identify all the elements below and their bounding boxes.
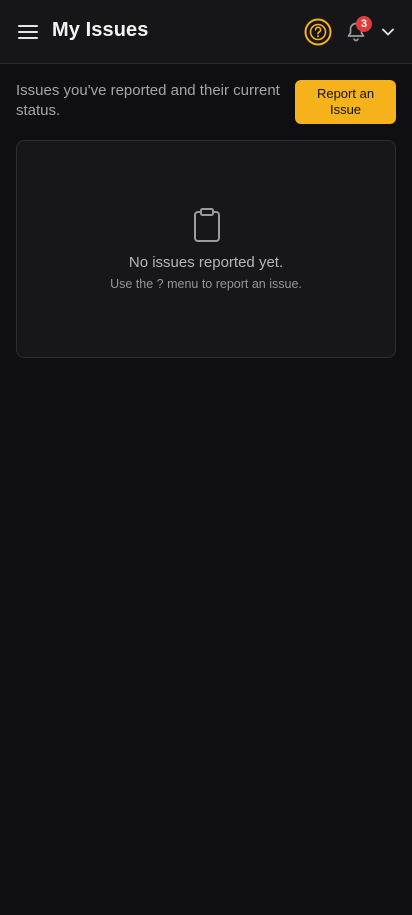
report-issue-button[interactable]: Report an Issue bbox=[295, 80, 396, 124]
notification-count-badge: 3 bbox=[356, 16, 372, 32]
empty-state-card: No issues reported yet. Use the ? menu t… bbox=[16, 140, 396, 358]
page-title: My Issues bbox=[52, 19, 149, 41]
help-circle-icon[interactable] bbox=[304, 18, 332, 46]
chevron-down-icon[interactable] bbox=[378, 22, 398, 42]
empty-state-hint: Use the ? menu to report an issue. bbox=[110, 277, 302, 291]
top-app-bar: My Issues 3 bbox=[0, 0, 412, 64]
clipboard-icon bbox=[191, 207, 223, 243]
hamburger-menu-icon[interactable] bbox=[16, 20, 40, 44]
page-description: Issues you've reported and their current… bbox=[16, 82, 280, 119]
empty-state-title: No issues reported yet. bbox=[128, 254, 284, 271]
